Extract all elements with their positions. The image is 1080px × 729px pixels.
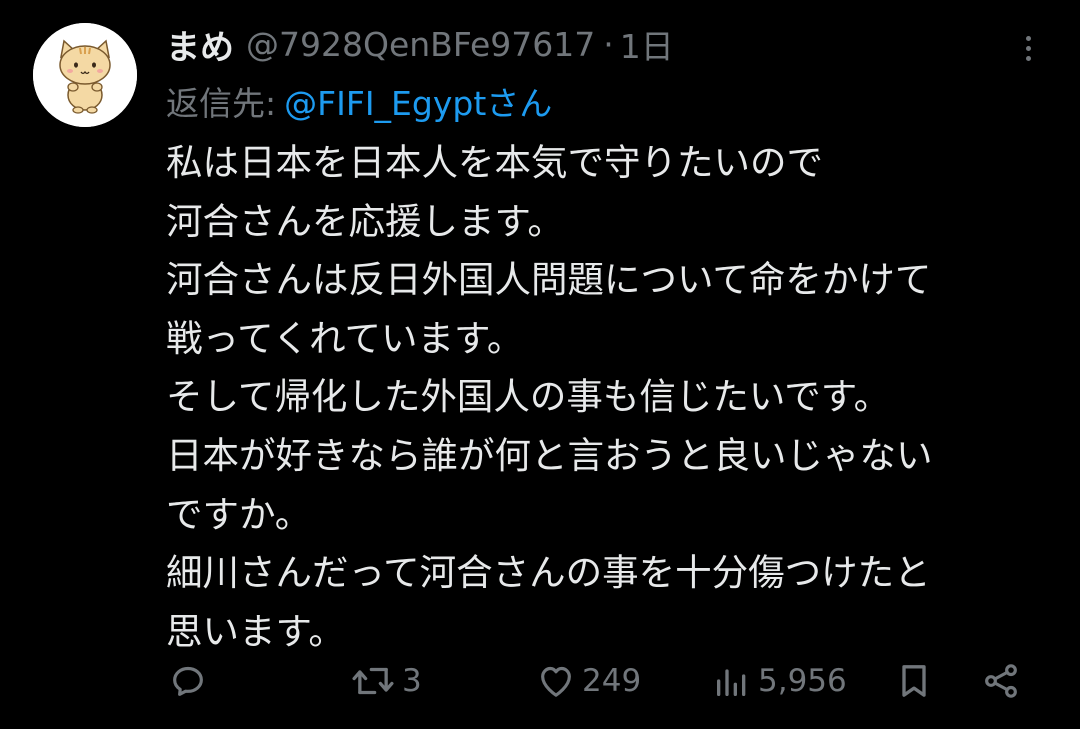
tweet-text-line: 戦ってくれています。	[166, 316, 524, 360]
views-button[interactable]: 5,956	[712, 656, 847, 706]
separator-dot: ·	[603, 24, 614, 64]
reply-button[interactable]	[168, 656, 214, 706]
retweet-count: 3	[402, 663, 422, 699]
more-dot	[1025, 45, 1031, 51]
cat-avatar-icon	[33, 23, 137, 127]
more-vertical-icon	[1025, 35, 1031, 41]
tweet-text: 私は日本を日本人を本気で守りたいので 河合さんを応援します。 河合さんは反日外国…	[166, 134, 1066, 661]
tweet-text-line: 日本が好きなら誰が何と言おうと良いじゃない	[166, 433, 933, 477]
tweet[interactable]: まめ @7928QenBFe97617 · 1日 返信先: @FIFI_Egyp…	[0, 0, 1080, 729]
timestamp[interactable]: 1日	[620, 20, 674, 68]
reply-icon	[173, 666, 203, 696]
tweet-text-line: そして帰化した外国人の事も信じたいです。	[166, 375, 891, 419]
view-count: 5,956	[758, 663, 847, 699]
tweet-text-line: 河合さんは反日外国人問題について命をかけて	[166, 258, 932, 302]
retweet-button[interactable]: 3	[350, 656, 422, 706]
reply-user-link[interactable]: @FIFI_Egyptさん	[284, 77, 552, 125]
tweet-text-line: 私は日本を日本人を本気で守りたいので	[166, 141, 823, 184]
tweet-header: まめ @7928QenBFe97617 · 1日	[166, 18, 674, 70]
user-handle[interactable]: @7928QenBFe97617	[246, 25, 595, 64]
more-options-button[interactable]	[1010, 28, 1046, 68]
tweet-text-line: ですか。	[166, 492, 312, 536]
views-icon	[717, 669, 746, 696]
reply-label: 返信先:	[166, 84, 277, 123]
action-bar: 3 249 5,956	[0, 656, 1080, 706]
display-name[interactable]: まめ	[166, 20, 234, 69]
tweet-text-line: 細川さんだって河合さんの事を十分傷つけたと	[166, 551, 931, 595]
tweet-text-line: 河合さんを応援します。	[166, 199, 564, 243]
like-count: 249	[582, 663, 642, 699]
heart-icon	[541, 666, 571, 697]
bookmark-button[interactable]	[894, 656, 934, 706]
tweet-text-line: 思います。	[166, 609, 345, 653]
retweet-icon	[352, 667, 394, 695]
avatar[interactable]	[33, 23, 137, 127]
share-icon	[985, 664, 1017, 698]
bookmark-icon	[902, 665, 926, 697]
reply-context: 返信先: @FIFI_Egyptさん	[166, 76, 552, 126]
share-button[interactable]	[980, 656, 1022, 706]
more-dot	[1025, 55, 1031, 61]
like-button[interactable]: 249	[536, 656, 641, 706]
